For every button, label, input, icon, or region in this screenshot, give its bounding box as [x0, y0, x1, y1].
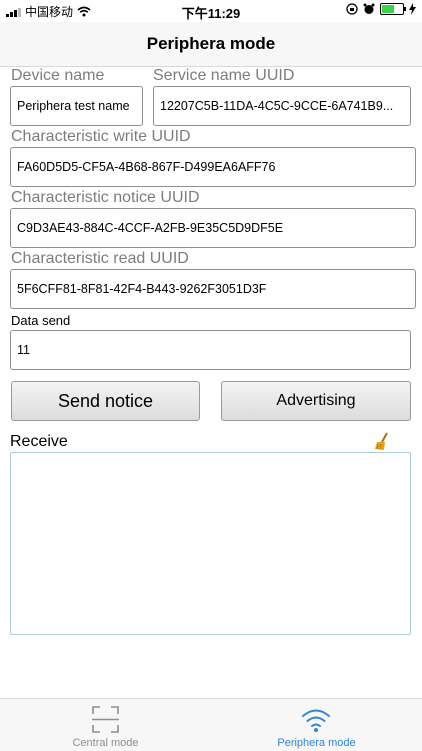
tab-periphera-mode-label: Periphera mode — [277, 737, 356, 749]
alarm-icon — [363, 3, 375, 14]
advertising-button[interactable]: Advertising — [221, 381, 411, 421]
notice-uuid-label: Characteristic notice UUID — [11, 189, 200, 206]
wifi-icon — [302, 709, 330, 732]
receive-label: Receive — [10, 433, 68, 450]
tab-bar: Central mode Periphera mode — [0, 698, 422, 751]
service-uuid-input[interactable]: 12207C5B-11DA-4C5C-9CCE-6A741B9... — [153, 86, 411, 126]
read-uuid-input[interactable]: 5F6CFF81-8F81-42F4-B443-9262F3051D3F — [10, 269, 416, 309]
read-uuid-label: Characteristic read UUID — [11, 250, 189, 267]
device-name-label: Device name — [11, 67, 105, 84]
scan-icon — [92, 706, 119, 733]
send-notice-button[interactable]: Send notice — [11, 381, 200, 421]
status-bar-right — [346, 3, 416, 15]
device-name-input[interactable]: Periphera test name — [10, 86, 143, 126]
data-send-label: Data send — [11, 313, 71, 328]
charging-icon — [409, 3, 416, 15]
broom-clear-icon[interactable] — [374, 432, 390, 452]
tab-central-mode[interactable]: Central mode — [0, 699, 211, 751]
notice-uuid-input[interactable]: C9D3AE43-884C-4CCF-A2FB-9E35C5D9DF5E — [10, 208, 416, 248]
battery-icon — [380, 3, 406, 15]
page-title: Periphera mode — [146, 34, 276, 53]
tab-periphera-mode[interactable]: Periphera mode — [211, 699, 422, 751]
data-send-input[interactable]: 11 — [10, 330, 411, 370]
write-uuid-label: Characteristic write UUID — [11, 128, 191, 145]
orientation-lock-icon — [346, 3, 358, 15]
receive-textarea[interactable] — [10, 452, 411, 635]
write-uuid-input[interactable]: FA60D5D5-CF5A-4B68-867F-D499EA6AFF76 — [10, 147, 416, 187]
tab-central-mode-label: Central mode — [72, 737, 139, 749]
nav-bar: Periphera mode — [0, 22, 422, 67]
status-bar: 中国移动 下午11:29 — [0, 0, 422, 22]
service-uuid-label: Service name UUID — [153, 67, 295, 84]
